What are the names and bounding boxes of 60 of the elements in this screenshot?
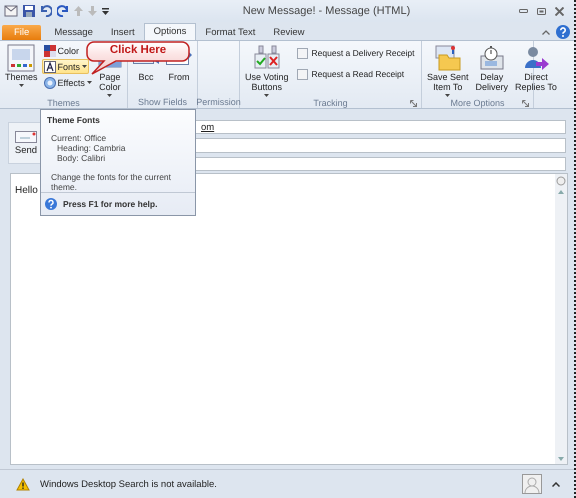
warning-icon (16, 478, 30, 490)
checkbox-label: Request a Read Receipt (312, 69, 404, 79)
tooltip-text: Body: Calibri (56, 153, 106, 163)
body-text: Hello (15, 185, 38, 196)
help-icon (45, 198, 57, 210)
checkbox-label: Request a Delivery Receipt (312, 48, 415, 58)
restore-icon[interactable] (537, 8, 546, 14)
group-label: Permission (196, 97, 241, 107)
scrollbar[interactable] (555, 174, 567, 464)
scroll-up-icon[interactable] (558, 190, 564, 194)
help-icon[interactable] (556, 25, 570, 39)
font-icon (44, 60, 56, 72)
launcher-icon[interactable] (410, 100, 417, 106)
color-squares-icon (44, 44, 56, 56)
envelope-icon[interactable] (4, 5, 18, 17)
person-silhouette-icon (522, 474, 542, 494)
ribbon-button[interactable]: Save Sent Item To (424, 43, 472, 98)
envelope-icon (15, 130, 37, 142)
ribbon-tab[interactable]: Message (45, 25, 102, 40)
group-label: More Options (450, 98, 505, 108)
tooltip-text: Heading: Cambria (56, 143, 127, 153)
customize-icon[interactable] (102, 8, 109, 14)
group-label: Themes (47, 98, 80, 108)
ribbon-button[interactable]: Use Voting Buttons (242, 43, 292, 98)
ribbon-tab[interactable]: Review (264, 25, 314, 40)
group-label: Show Fields (138, 97, 188, 107)
launcher-icon[interactable] (522, 100, 529, 106)
ribbon-button[interactable]: Effects (42, 75, 94, 90)
email-address-link[interactable]: om (201, 122, 214, 133)
person-arrow-icon (522, 44, 549, 72)
ruler-icon[interactable] (556, 176, 566, 186)
group-label: Tracking (313, 98, 348, 108)
redo-icon[interactable] (57, 5, 69, 17)
ribbon-button[interactable]: Color (42, 43, 82, 58)
ribbon-tab[interactable]: Insert (102, 25, 144, 40)
ribbon-button[interactable]: Fonts (42, 59, 90, 74)
expand-icon[interactable] (552, 482, 560, 486)
ribbon-button[interactable]: Themes (2, 43, 41, 88)
collapse-icon[interactable] (542, 30, 550, 35)
checkbox[interactable] (296, 68, 308, 80)
close-icon[interactable] (555, 6, 564, 16)
folder-icon (434, 44, 461, 72)
effects-icon (44, 76, 56, 88)
ribbon-tab[interactable]: Format Text (196, 25, 264, 40)
ribbon-button[interactable]: Direct Replies To (512, 43, 560, 93)
ribbon-tab[interactable]: Options (144, 23, 196, 40)
stopwatch-clock-icon (478, 44, 505, 72)
minimize-icon[interactable] (519, 9, 528, 13)
tooltip-text: Current: Office (50, 133, 108, 143)
themes-icon (7, 44, 36, 72)
ribbon-button[interactable]: Delay Delivery (472, 43, 512, 93)
callout-tooltip: Click Here (86, 41, 190, 75)
scroll-down-icon[interactable] (558, 457, 564, 461)
tooltip-description: Change the fonts for the current theme. (50, 172, 172, 192)
status-message: Windows Desktop Search is not available. (40, 478, 217, 490)
checkbox[interactable] (296, 48, 308, 58)
save-icon[interactable] (23, 5, 35, 17)
window-title: New Message! - Message (HTML) (242, 5, 412, 17)
help-text: Press F1 for more help. (63, 199, 158, 209)
undo-icon[interactable] (40, 5, 52, 17)
